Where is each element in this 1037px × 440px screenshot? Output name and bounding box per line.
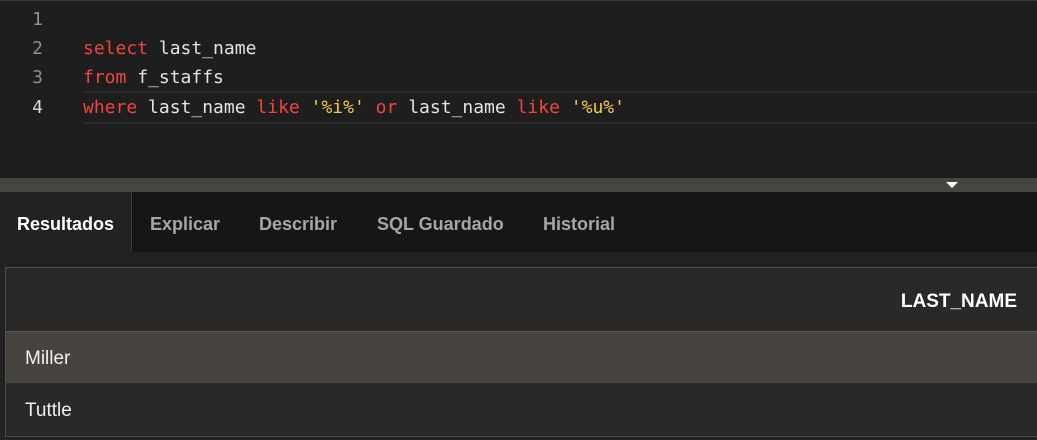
sql-keyword: select xyxy=(83,38,149,59)
editor-line[interactable]: 3 from f_staffs xyxy=(0,63,1037,92)
sql-editor[interactable]: 1 2 select last_name 3 from f_staffs 4 w… xyxy=(0,0,1037,179)
editor-line-active[interactable]: 4 where last_name like '%i%' or last_nam… xyxy=(0,91,1037,124)
sql-identifier: last_name xyxy=(408,97,506,118)
line-code[interactable] xyxy=(83,5,1037,34)
results-tabs: Resultados Explicar Describir SQL Guarda… xyxy=(0,192,1037,252)
sql-string: '%i%' xyxy=(310,97,365,118)
tab-explicar[interactable]: Explicar xyxy=(150,192,220,252)
sql-identifier: last_name xyxy=(158,38,257,59)
sql-identifier: f_staffs xyxy=(137,67,224,88)
table-row[interactable]: Miller xyxy=(6,332,1037,384)
tab-resultados[interactable]: Resultados xyxy=(0,192,132,252)
line-code[interactable]: where last_name like '%i%' or last_name … xyxy=(83,91,1037,124)
column-header-last-name[interactable]: LAST_NAME xyxy=(901,268,1017,335)
sql-string: '%u%' xyxy=(570,97,625,118)
line-code[interactable]: select last_name xyxy=(83,34,1037,63)
sql-keyword: like xyxy=(516,97,560,118)
editor-line[interactable]: 2 select last_name xyxy=(0,34,1037,63)
sql-keyword: where xyxy=(83,97,138,118)
line-number: 1 xyxy=(32,9,43,30)
sql-keyword: like xyxy=(256,97,300,118)
tab-sql-guardado[interactable]: SQL Guardado xyxy=(377,192,504,252)
line-number: 4 xyxy=(32,97,43,118)
sql-keyword: or xyxy=(375,97,398,118)
line-code[interactable]: from f_staffs xyxy=(83,63,1037,92)
editor-line[interactable]: 1 xyxy=(0,5,1037,34)
table-row[interactable]: Tuttle xyxy=(6,384,1037,435)
panel-splitter[interactable] xyxy=(0,178,1037,192)
results-table: LAST_NAME Miller Tuttle xyxy=(5,267,1037,437)
tab-describir[interactable]: Describir xyxy=(259,192,337,252)
table-cell: Tuttle xyxy=(25,400,72,421)
sql-keyword: from xyxy=(83,67,127,88)
line-number: 3 xyxy=(32,67,43,88)
chevron-down-icon[interactable] xyxy=(946,182,958,188)
table-header: LAST_NAME xyxy=(6,268,1037,332)
line-number: 2 xyxy=(32,38,43,59)
sql-identifier: last_name xyxy=(148,97,246,118)
results-panel: LAST_NAME Miller Tuttle xyxy=(0,252,1037,440)
table-cell: Miller xyxy=(25,348,71,369)
tab-historial[interactable]: Historial xyxy=(543,192,615,252)
